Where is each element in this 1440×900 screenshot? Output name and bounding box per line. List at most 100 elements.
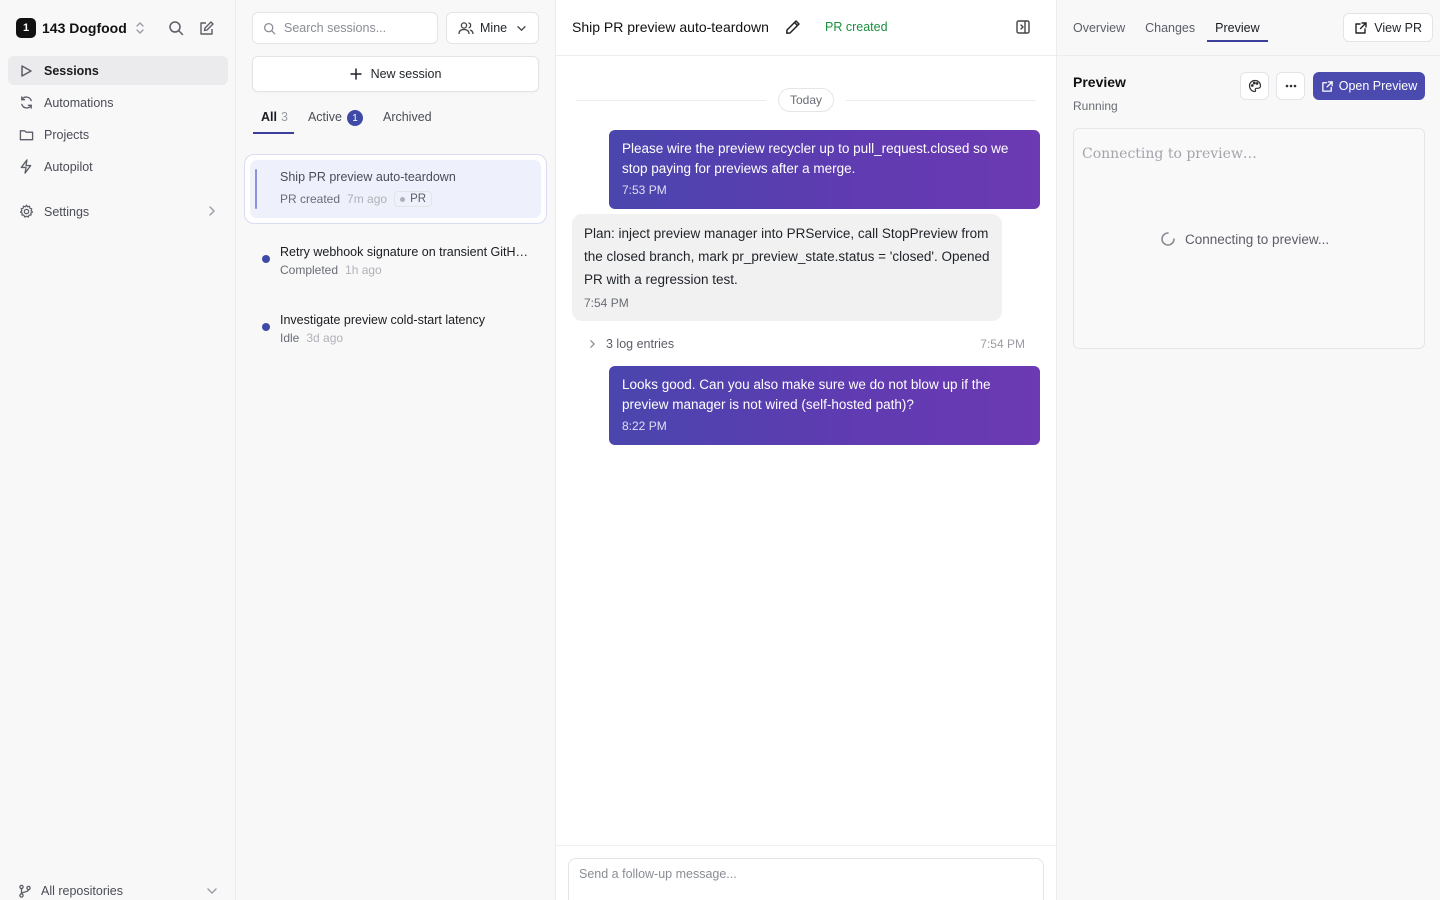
session-status: Completed (280, 263, 339, 277)
user-message: Please wire the preview recycler up to p… (609, 130, 1040, 209)
chevron-right-icon (208, 205, 216, 217)
preview-frame[interactable]: Connecting to preview… Connecting to pre… (1073, 128, 1425, 349)
log-entries-toggle[interactable]: 3 log entries 7:54 PM (589, 335, 1025, 353)
session-title: Retry webhook signature on transient Git… (280, 245, 530, 259)
palette-icon (1248, 79, 1262, 93)
tab-label: All (261, 110, 277, 124)
gear-icon (18, 204, 34, 220)
sidebar-item-automations[interactable]: Automations (8, 88, 228, 117)
bolt-icon (18, 159, 34, 175)
follow-up-input[interactable] (579, 867, 1033, 897)
date-divider: Today (576, 88, 1036, 112)
preview-title: Preview (1073, 74, 1126, 90)
open-preview-label: Open Preview (1338, 79, 1418, 93)
owner-filter-label: Mine (480, 21, 508, 35)
session-time: 7m ago (347, 192, 388, 206)
sidebar-item-label: Automations (44, 95, 114, 110)
selection-indicator (255, 169, 257, 209)
tab-all[interactable]: All 3 (253, 110, 294, 134)
sidebar-item-label: Settings (44, 204, 90, 219)
new-session-button[interactable]: New session (252, 56, 539, 92)
chat-header: Ship PR preview auto-teardown PR created (556, 0, 1056, 56)
more-horizontal-icon (1284, 84, 1298, 88)
message-time: 7:53 PM (622, 183, 667, 197)
palette-button[interactable] (1240, 72, 1269, 100)
sidebar-item-label: Projects (44, 127, 90, 142)
session-title: Ship PR preview auto-teardown (280, 170, 456, 184)
loading-text: Connecting to preview... (1185, 231, 1330, 247)
details-tabs: Overview Changes Preview (1073, 0, 1280, 44)
search-icon[interactable] (166, 18, 186, 38)
chevron-right-icon (589, 339, 596, 349)
session-status: Idle (280, 331, 300, 345)
repository-label: All repositories (41, 884, 123, 898)
spinner-icon (1160, 231, 1176, 247)
pencil-icon[interactable] (785, 19, 801, 35)
tab-overview[interactable]: Overview (1073, 0, 1125, 44)
workspace-switcher[interactable]: 1 143 Dogfood (16, 17, 145, 39)
session-time: 1h ago (345, 263, 382, 277)
users-icon (458, 21, 474, 35)
chevron-down-icon (516, 25, 527, 32)
repository-selector[interactable]: All repositories (18, 884, 218, 898)
session-title: Investigate preview cold-start latency (280, 313, 485, 327)
message-text: Please wire the preview recycler up to p… (622, 141, 1009, 176)
preview-frame-text: Connecting to preview… (1082, 146, 1257, 162)
dot-icon (400, 196, 406, 202)
folder-icon (18, 127, 34, 143)
tab-label: Active (307, 110, 342, 124)
tab-count: 3 (280, 110, 288, 124)
sidebar-item-settings[interactable]: Settings (8, 197, 228, 226)
view-pr-label: View PR (1374, 20, 1422, 35)
session-item[interactable]: Ship PR preview auto-teardown PR created… (244, 154, 547, 224)
status-badge: PR created (825, 20, 888, 34)
chat-panel: Ship PR preview auto-teardown PR created… (556, 0, 1056, 900)
compose-icon[interactable] (197, 18, 217, 38)
session-time: 3d ago (306, 331, 344, 345)
status-dot (262, 255, 270, 263)
git-branch-icon (18, 884, 32, 898)
owner-filter-dropdown[interactable]: Mine (446, 12, 539, 44)
search-icon (263, 22, 276, 35)
session-search[interactable] (252, 12, 438, 44)
tab-preview[interactable]: Preview (1207, 0, 1269, 44)
message-text: Plan: inject preview manager into PRServ… (584, 226, 990, 287)
more-options-button[interactable] (1276, 72, 1305, 100)
user-message: Looks good. Can you also make sure we do… (609, 366, 1040, 445)
workspace-name: 143 Dogfood (42, 20, 127, 36)
open-preview-button[interactable]: Open Preview (1313, 72, 1425, 100)
sessions-panel: Mine New session All 3 Active 1 Archived… (236, 0, 556, 900)
external-link-icon (1354, 21, 1368, 35)
chevron-updown-icon (135, 21, 145, 35)
session-item[interactable]: Retry webhook signature on transient Git… (244, 236, 547, 292)
tab-changes[interactable]: Changes (1145, 0, 1195, 44)
tab-archived[interactable]: Archived (383, 110, 432, 134)
sidebar-item-label: Sessions (44, 63, 99, 78)
new-session-label: New session (370, 67, 442, 81)
pr-chip: PR (394, 191, 433, 207)
message-composer (568, 858, 1044, 900)
panel-toggle-icon[interactable] (1015, 19, 1031, 35)
sidebar-item-autopilot[interactable]: Autopilot (8, 152, 228, 181)
refresh-icon (18, 95, 34, 111)
workspace-badge: 1 (16, 18, 36, 38)
tab-active[interactable]: Active 1 (308, 110, 363, 134)
preview-loading: Connecting to preview... (1160, 231, 1329, 247)
details-panel: Overview Changes Preview View PR Preview… (1056, 0, 1440, 900)
tab-count-badge: 1 (346, 110, 363, 126)
session-item[interactable]: Investigate preview cold-start latency I… (244, 304, 547, 360)
sidebar-item-sessions[interactable]: Sessions (8, 56, 228, 85)
search-input[interactable] (284, 21, 424, 35)
status-dot (262, 323, 270, 331)
view-pr-button[interactable]: View PR (1343, 13, 1433, 42)
session-status: PR created (280, 192, 341, 206)
sidebar-nav: Sessions Automations Projects Autopilot (8, 56, 228, 229)
session-tabs: All 3 Active 1 Archived (253, 110, 452, 134)
sidebar: 1 143 Dogfood Sessions Automations Proje… (0, 0, 236, 900)
external-link-icon (1321, 80, 1334, 93)
preview-status: Running (1073, 99, 1118, 113)
assistant-message: Plan: inject preview manager into PRServ… (572, 214, 1002, 321)
log-entries-time: 7:54 PM (980, 337, 1025, 351)
log-entries-label: 3 log entries (606, 337, 675, 351)
sidebar-item-projects[interactable]: Projects (8, 120, 228, 149)
